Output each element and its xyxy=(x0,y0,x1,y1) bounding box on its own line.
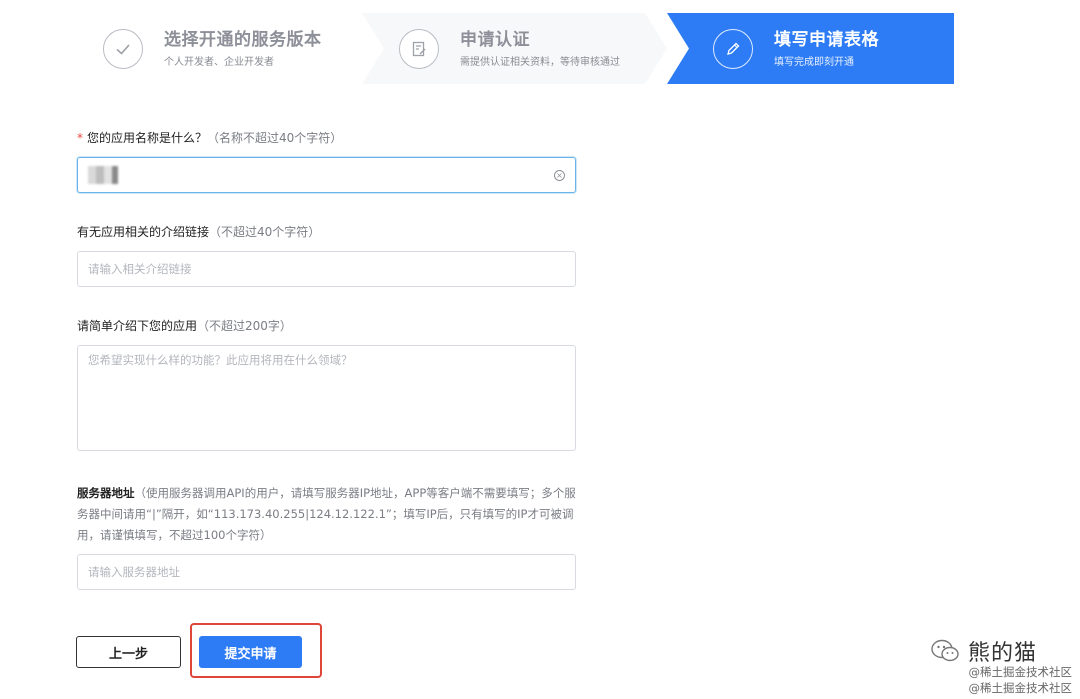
clear-icon[interactable]: × xyxy=(554,170,565,181)
server-address-hint: （使用服务器调用API的用户，请填写服务器IP地址，APP等客户端不需要填写；多… xyxy=(77,486,576,542)
intro-link-label: 有无应用相关的介绍链接（不超过40个字符） xyxy=(77,225,321,239)
brand-watermark-text: 熊的猫 xyxy=(968,641,1038,666)
app-name-label: * 您的应用名称是什么？（名称不超过40个字符） xyxy=(77,131,343,145)
server-address-label: 服务器地址（使用服务器调用API的用户，请填写服务器IP地址，APP等客户端不需… xyxy=(77,486,576,542)
intro-link-hint: （不超过40个字符） xyxy=(209,225,321,239)
step-title: 申请认证 xyxy=(460,29,530,50)
document-edit-icon xyxy=(399,29,439,69)
redacted-value xyxy=(88,166,124,184)
app-name-input[interactable]: × xyxy=(77,157,576,193)
server-address-input[interactable]: 请输入服务器地址 xyxy=(77,554,576,590)
intro-link-input[interactable]: 请输入相关介绍链接 xyxy=(77,251,576,287)
submit-application-button[interactable]: 提交申请 xyxy=(199,636,302,668)
description-placeholder: 您希望实现什么样的功能？此应用将用在什么领域？ xyxy=(88,353,353,367)
step-title: 填写申请表格 xyxy=(774,29,879,50)
step-subtitle: 个人开发者、企业开发者 xyxy=(164,56,274,68)
steps-bar: 选择开通的服务版本 个人开发者、企业开发者 申请认证 需提供认证相关资料，等待审… xyxy=(77,13,954,84)
wechat-watermark: 熊的猫 xyxy=(930,635,1037,667)
check-icon xyxy=(103,28,143,69)
app-name-hint: （名称不超过40个字符） xyxy=(207,131,343,145)
community-watermark: @稀土掘金技术社区 xyxy=(968,665,1073,679)
step-subtitle: 需提供认证相关资料，等待审核通过 xyxy=(460,56,620,68)
pencil-icon xyxy=(713,28,753,69)
step-subtitle: 填写完成即刻开通 xyxy=(774,56,854,68)
step-fill-form: 填写申请表格 填写完成即刻开通 xyxy=(667,13,954,84)
description-textarea[interactable]: 您希望实现什么样的功能？此应用将用在什么领域？ xyxy=(77,345,576,451)
wechat-icon xyxy=(931,639,959,662)
server-address-placeholder: 请输入服务器地址 xyxy=(88,565,180,579)
community-watermark: @稀土掘金技术社区 xyxy=(968,681,1073,695)
description-hint: （不超过200字） xyxy=(197,319,292,333)
step-apply-certification: 申请认证 需提供认证相关资料，等待审核通过 xyxy=(362,13,667,84)
prev-step-button[interactable]: 上一步 xyxy=(76,636,181,668)
step-choose-version: 选择开通的服务版本 个人开发者、企业开发者 xyxy=(77,13,362,84)
description-label: 请简单介绍下您的应用（不超过200字） xyxy=(77,319,292,333)
step-title: 选择开通的服务版本 xyxy=(164,29,322,50)
intro-link-placeholder: 请输入相关介绍链接 xyxy=(88,262,192,276)
required-mark: * xyxy=(77,131,83,145)
